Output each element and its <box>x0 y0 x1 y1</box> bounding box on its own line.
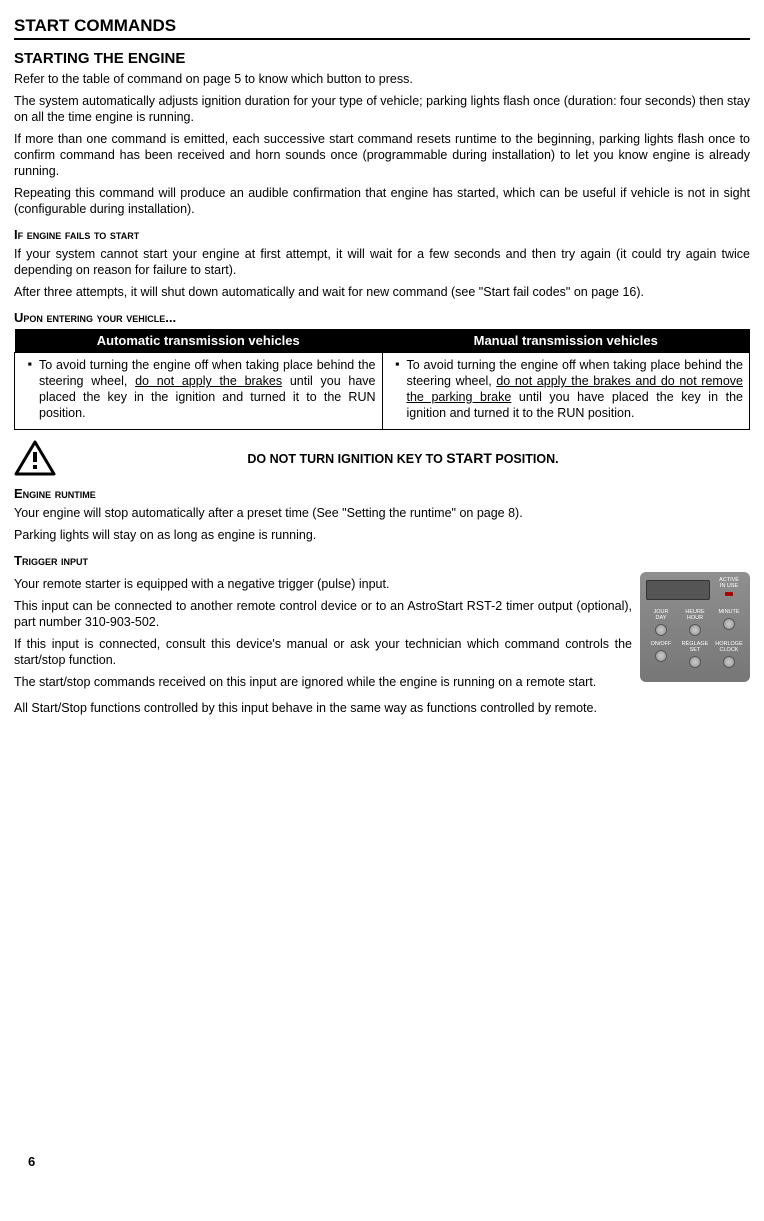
timer-onoff-label: ON/OFF <box>646 642 676 648</box>
auto-bullet: ▪ To avoid turning the engine off when t… <box>21 357 376 421</box>
timer-hour-button <box>689 624 701 636</box>
starting-p1: Refer to the table of command on page 5 … <box>14 71 750 87</box>
runtime-heading: Engine runtime <box>14 486 750 501</box>
starting-heading: STARTING THE ENGINE <box>14 50 750 67</box>
runtime-p1: Your engine will stop automatically afte… <box>14 505 750 521</box>
timer-day-button <box>655 624 667 636</box>
page-title: START COMMANDS <box>14 16 750 40</box>
timer-minute-cell: MINUTE <box>714 610 744 638</box>
timer-active-label: ACTIVÉ IN USE <box>714 578 744 606</box>
timer-set-button <box>689 656 701 668</box>
timer-clock-label: HORLOGE CLOCK <box>714 642 744 654</box>
warning-text: DO NOT TURN IGNITION KEY TO START POSITI… <box>56 450 750 466</box>
timer-minute-button <box>723 618 735 630</box>
auto-underline: do not apply the brakes <box>135 374 282 388</box>
starting-p2: The system automatically adjusts ignitio… <box>14 93 750 125</box>
trigger-p5: All Start/Stop functions controlled by t… <box>14 700 750 716</box>
manual-bullet: ▪ To avoid turning the engine off when t… <box>389 357 744 421</box>
timer-day-cell: JOUR DAY <box>646 610 676 638</box>
bullet-icon: ▪ <box>389 357 407 421</box>
trigger-heading: Trigger input <box>14 553 750 568</box>
starting-p3: If more than one command is emitted, eac… <box>14 131 750 179</box>
runtime-p2: Parking lights will stay on as long as e… <box>14 527 750 543</box>
transmission-table: Automatic transmission vehicles Manual t… <box>14 329 750 430</box>
warning-row: DO NOT TURN IGNITION KEY TO START POSITI… <box>14 440 750 476</box>
warning-post: POSITION. <box>492 452 559 466</box>
col-header-manual: Manual transmission vehicles <box>382 329 750 353</box>
timer-hour-label: HEURE HOUR <box>680 610 710 622</box>
col-header-auto: Automatic transmission vehicles <box>15 329 383 353</box>
timer-day-label: JOUR DAY <box>646 610 676 622</box>
timer-clock-cell: HORLOGE CLOCK <box>714 642 744 670</box>
timer-active-text: ACTIVÉ IN USE <box>714 578 744 590</box>
fails-p1: If your system cannot start your engine … <box>14 246 750 278</box>
manual-text: To avoid turning the engine off when tak… <box>407 357 744 421</box>
trigger-p1: Your remote starter is equipped with a n… <box>14 576 632 592</box>
warning-big: START <box>446 450 492 466</box>
timer-minute-label: MINUTE <box>714 610 744 616</box>
timer-set-cell: RÉGLAGE SET <box>680 642 710 670</box>
timer-clock-button <box>723 656 735 668</box>
warning-icon <box>14 440 56 476</box>
bullet-icon: ▪ <box>21 357 39 421</box>
trigger-p4: The start/stop commands received on this… <box>14 674 632 690</box>
fails-p2: After three attempts, it will shut down … <box>14 284 750 300</box>
entering-heading: Upon entering your vehicle... <box>14 310 750 325</box>
starting-p4: Repeating this command will produce an a… <box>14 185 750 217</box>
trigger-p3: If this input is connected, consult this… <box>14 636 632 668</box>
page-number: 6 <box>28 1154 35 1169</box>
timer-led-icon <box>725 592 733 596</box>
timer-onoff-cell: ON/OFF <box>646 642 676 670</box>
timer-device-image: ACTIVÉ IN USE JOUR DAY HEURE HOUR MINUTE… <box>640 572 750 682</box>
warning-pre: DO NOT TURN IGNITION KEY TO <box>247 452 446 466</box>
trigger-p2: This input can be connected to another r… <box>14 598 632 630</box>
timer-lcd <box>646 580 710 600</box>
timer-onoff-button <box>655 650 667 662</box>
fails-heading: If engine fails to start <box>14 227 750 242</box>
auto-text: To avoid turning the engine off when tak… <box>39 357 376 421</box>
timer-set-label: RÉGLAGE SET <box>680 642 710 654</box>
timer-hour-cell: HEURE HOUR <box>680 610 710 638</box>
